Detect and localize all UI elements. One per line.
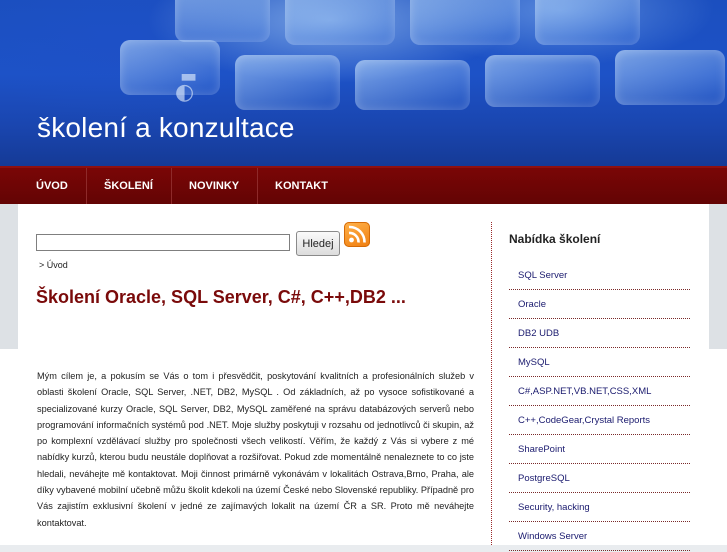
keyboard-key-decoration (535, 0, 640, 45)
keyboard-key-decoration (410, 0, 520, 45)
sidebar-item-cpp[interactable]: C++,CodeGear,Crystal Reports (509, 407, 690, 435)
sidebar-item-dotnet[interactable]: C#,ASP.NET,VB.NET,CSS,XML (509, 378, 690, 406)
sidebar-divider (491, 222, 492, 545)
keyboard-key-decoration (120, 40, 220, 95)
nav-item-uvod[interactable]: ÚVOD (36, 168, 68, 204)
sidebar-item-mysql[interactable]: MySQL (509, 349, 690, 377)
sidebar-title: Nabídka školení (509, 232, 601, 246)
nav-item-kontakt[interactable]: KONTAKT (275, 168, 328, 204)
sidebar-item-oracle[interactable]: Oracle (509, 291, 690, 319)
keyboard-glyph-decoration: ◐ (175, 80, 195, 105)
nav-item-novinky[interactable]: NOVINKY (189, 168, 239, 204)
sidebar-item-sharepoint[interactable]: SharePoint (509, 436, 690, 464)
sidebar-item-sql-server[interactable]: SQL Server (509, 262, 690, 290)
sidebar-course-list: SQL Server Oracle DB2 UDB MySQL C#,ASP.N… (509, 262, 690, 552)
rss-feed-icon[interactable] (344, 222, 370, 247)
site-header: ▬ ◐ školení a konzultace (0, 0, 727, 166)
nav-separator (86, 168, 87, 204)
nav-item-skoleni[interactable]: ŠKOLENÍ (104, 168, 153, 204)
page-side-band (709, 204, 727, 349)
breadcrumb[interactable]: > Úvod (39, 260, 68, 270)
rss-glyph (348, 225, 366, 243)
keyboard-key-decoration (615, 50, 725, 105)
search-input[interactable] (36, 234, 290, 251)
page-side-band (0, 204, 18, 349)
keyboard-key-decoration (285, 0, 395, 45)
nav-separator (171, 168, 172, 204)
page-title: Školení Oracle, SQL Server, C#, C++,DB2 … (36, 287, 406, 307)
nav-separator (257, 168, 258, 204)
sidebar-item-security[interactable]: Security, hacking (509, 494, 690, 522)
keyboard-key-decoration (485, 55, 600, 107)
keyboard-key-decoration (235, 55, 340, 110)
keyboard-key-decoration (175, 0, 270, 42)
sidebar-item-postgresql[interactable]: PostgreSQL (509, 465, 690, 493)
sidebar-item-db2-udb[interactable]: DB2 UDB (509, 320, 690, 348)
site-title: školení a konzultace (37, 112, 295, 143)
main-nav: ÚVOD ŠKOLENÍ NOVINKY KONTAKT (0, 166, 727, 204)
search-button[interactable]: Hledej (296, 231, 340, 256)
keyboard-key-decoration (355, 60, 470, 110)
sidebar-item-windows-server[interactable]: Windows Server (509, 523, 690, 551)
intro-paragraph: Mým cílem je, a pokusím se Vás o tom i p… (37, 371, 474, 528)
